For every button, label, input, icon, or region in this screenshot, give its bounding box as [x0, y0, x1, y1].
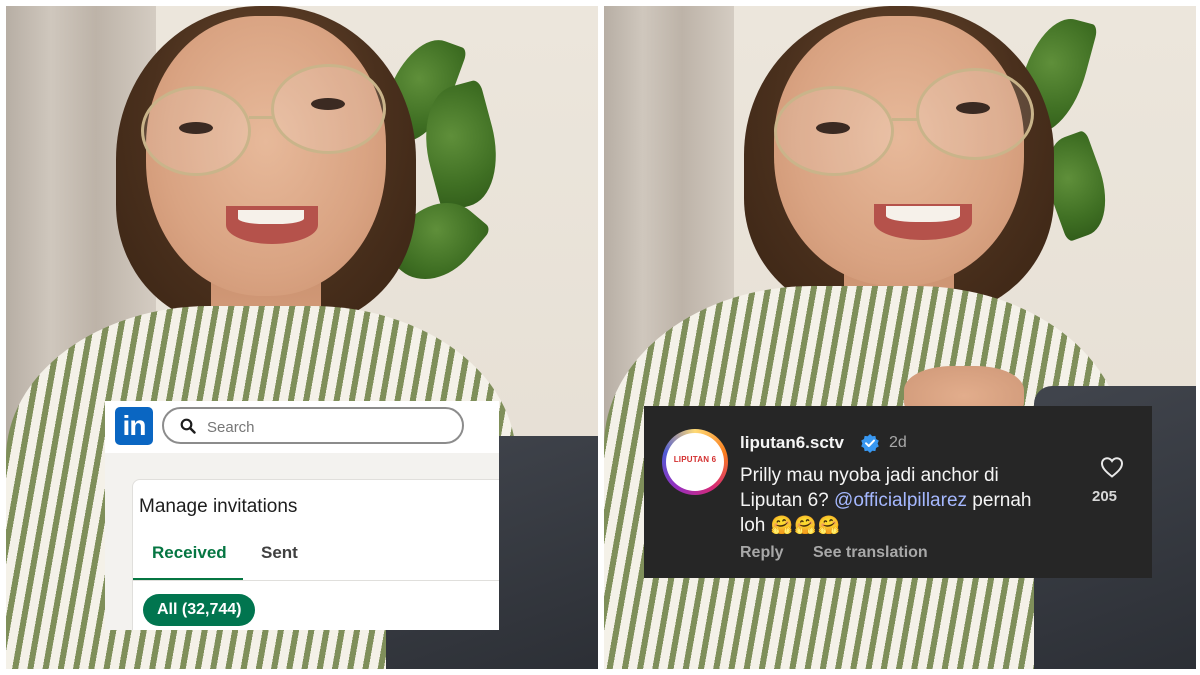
glasses-bridge: [892, 118, 918, 121]
person-teeth: [886, 206, 960, 222]
filter-all-pill[interactable]: All (32,744): [143, 594, 256, 626]
see-translation-button[interactable]: See translation: [813, 544, 928, 562]
hugging-face-emojis: 🤗🤗🤗: [770, 515, 841, 535]
instagram-comment-card: LIPUTAN 6 liputan6.sctv 2d Prilly mau ny…: [644, 406, 1152, 578]
verified-badge-icon: [861, 434, 879, 453]
glasses-bridge: [249, 116, 273, 119]
person-eye: [816, 122, 850, 134]
person-eye: [179, 122, 213, 134]
glasses-lens: [916, 68, 1034, 160]
person-teeth: [238, 210, 304, 224]
search-input[interactable]: Search: [162, 407, 464, 444]
search-placeholder: Search: [207, 419, 255, 436]
tab-divider: [133, 580, 499, 581]
like-count: 205: [1092, 488, 1118, 505]
tab-received[interactable]: Received: [152, 543, 227, 563]
heart-outline-icon[interactable]: [1100, 456, 1124, 478]
commenter-avatar[interactable]: LIPUTAN 6: [662, 429, 728, 495]
section-title: Manage invitations: [139, 496, 298, 517]
linkedin-top-bar: in Search: [105, 401, 499, 453]
comment-timestamp: 2d: [889, 434, 907, 451]
linkedin-logo[interactable]: in: [115, 407, 153, 445]
avatar-logo: LIPUTAN 6: [666, 433, 724, 491]
manage-invitations-panel: Manage invitations Received Sent All (32…: [132, 479, 499, 630]
person-eye: [956, 102, 990, 114]
tab-sent[interactable]: Sent: [261, 543, 298, 563]
person-eye: [311, 98, 345, 110]
reply-button[interactable]: Reply: [740, 544, 784, 562]
active-tab-indicator: [133, 578, 243, 580]
comment-mention-link[interactable]: @officialpillarez: [834, 490, 967, 511]
linkedin-invitations-card: in Search Manage invitations Received Se…: [105, 401, 499, 630]
comment-text: Prilly mau nyoba jadi anchor di Liputan …: [740, 463, 1040, 538]
search-icon: [180, 418, 196, 434]
commenter-username[interactable]: liputan6.sctv: [740, 433, 844, 453]
avatar-logo-text: LIPUTAN 6: [673, 455, 717, 464]
